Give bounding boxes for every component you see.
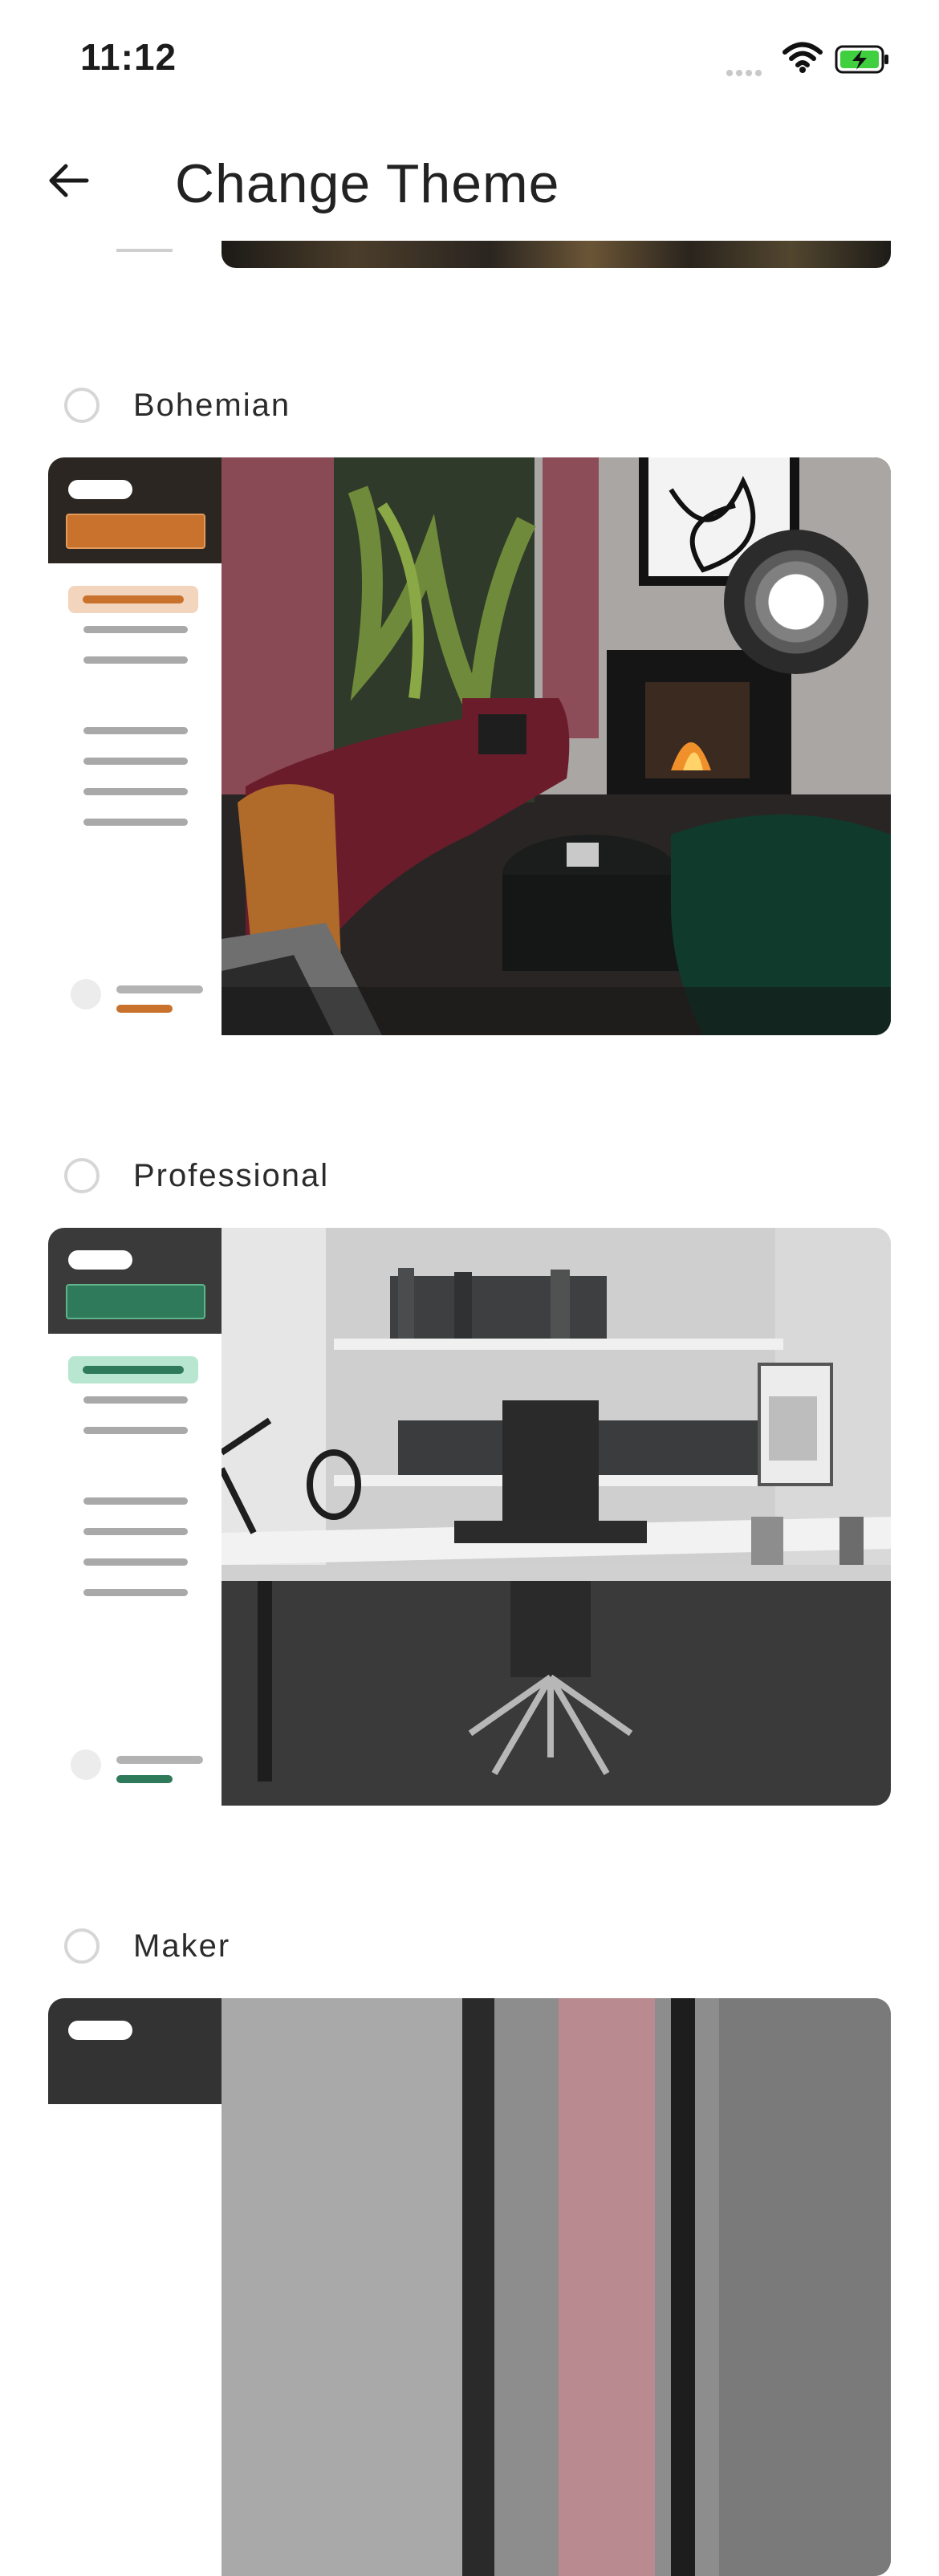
radio-button[interactable] (64, 1158, 100, 1193)
preview-nav-line (83, 1558, 188, 1566)
preview-nav-line (83, 1589, 188, 1596)
radio-button[interactable] (64, 1928, 100, 1964)
professional-office-photo (222, 1228, 891, 1806)
radio-button[interactable] (64, 388, 100, 423)
preview-primary-button (66, 1284, 205, 1319)
preview-nav-line (83, 819, 188, 826)
status-time: 11:12 (80, 36, 177, 78)
preview-nav-line (83, 1396, 188, 1404)
preview-logo-pill (68, 480, 132, 499)
preview-sidebar (48, 1228, 222, 1806)
theme-label: Bohemian (133, 387, 291, 423)
battery-charging-icon (835, 43, 891, 79)
preview-sidebar (48, 457, 222, 1035)
preview-nav-line (83, 727, 188, 734)
preview-avatar (71, 979, 101, 1010)
theme-preview-maker[interactable] (48, 1998, 891, 2576)
preview-photo (222, 241, 891, 268)
preview-sidebar-header (48, 1228, 222, 1334)
preview-primary-button (66, 514, 205, 549)
app-bar: Change Theme (0, 120, 939, 241)
preview-nav-line (83, 626, 188, 633)
preview-nav-line (83, 758, 188, 765)
preview-selected-item (68, 586, 198, 613)
back-button[interactable] (40, 152, 96, 209)
lamp-decoration (724, 530, 868, 674)
preview-footer-accent (116, 1775, 173, 1783)
page-title: Change Theme (175, 153, 560, 214)
maker-room-photo (222, 1998, 891, 2576)
theme-preview-previous[interactable] (48, 241, 891, 268)
preview-nav-line (83, 788, 188, 795)
preview-selected-item (68, 1356, 198, 1383)
preview-sidebar-header (48, 1998, 222, 2104)
theme-radio-maker[interactable]: Maker (64, 1922, 230, 1970)
preview-nav-line (83, 1528, 188, 1535)
preview-nav-line (83, 1497, 188, 1505)
theme-preview-professional[interactable] (48, 1228, 891, 1806)
wifi-icon (782, 42, 823, 78)
arrow-left-icon (49, 164, 89, 197)
preview-sidebar-header (48, 457, 222, 563)
preview-avatar (71, 1749, 101, 1780)
preview-sidebar (48, 1998, 222, 2576)
preview-footer-line (116, 985, 203, 993)
theme-label: Professional (133, 1157, 330, 1193)
preview-logo-pill (68, 1250, 132, 1270)
signal-icon (726, 66, 765, 80)
preview-footer-accent (116, 1005, 173, 1013)
theme-radio-bohemian[interactable]: Bohemian (64, 381, 291, 429)
status-bar: 11:12 (0, 0, 939, 112)
theme-label: Maker (133, 1928, 231, 1964)
preview-nav-line (83, 1427, 188, 1434)
preview-logo-pill (68, 2021, 132, 2040)
preview-footer-line (116, 1756, 203, 1764)
preview-nav-line (83, 656, 188, 664)
preview-sidebar-line (116, 249, 173, 252)
theme-radio-professional[interactable]: Professional (64, 1152, 329, 1200)
